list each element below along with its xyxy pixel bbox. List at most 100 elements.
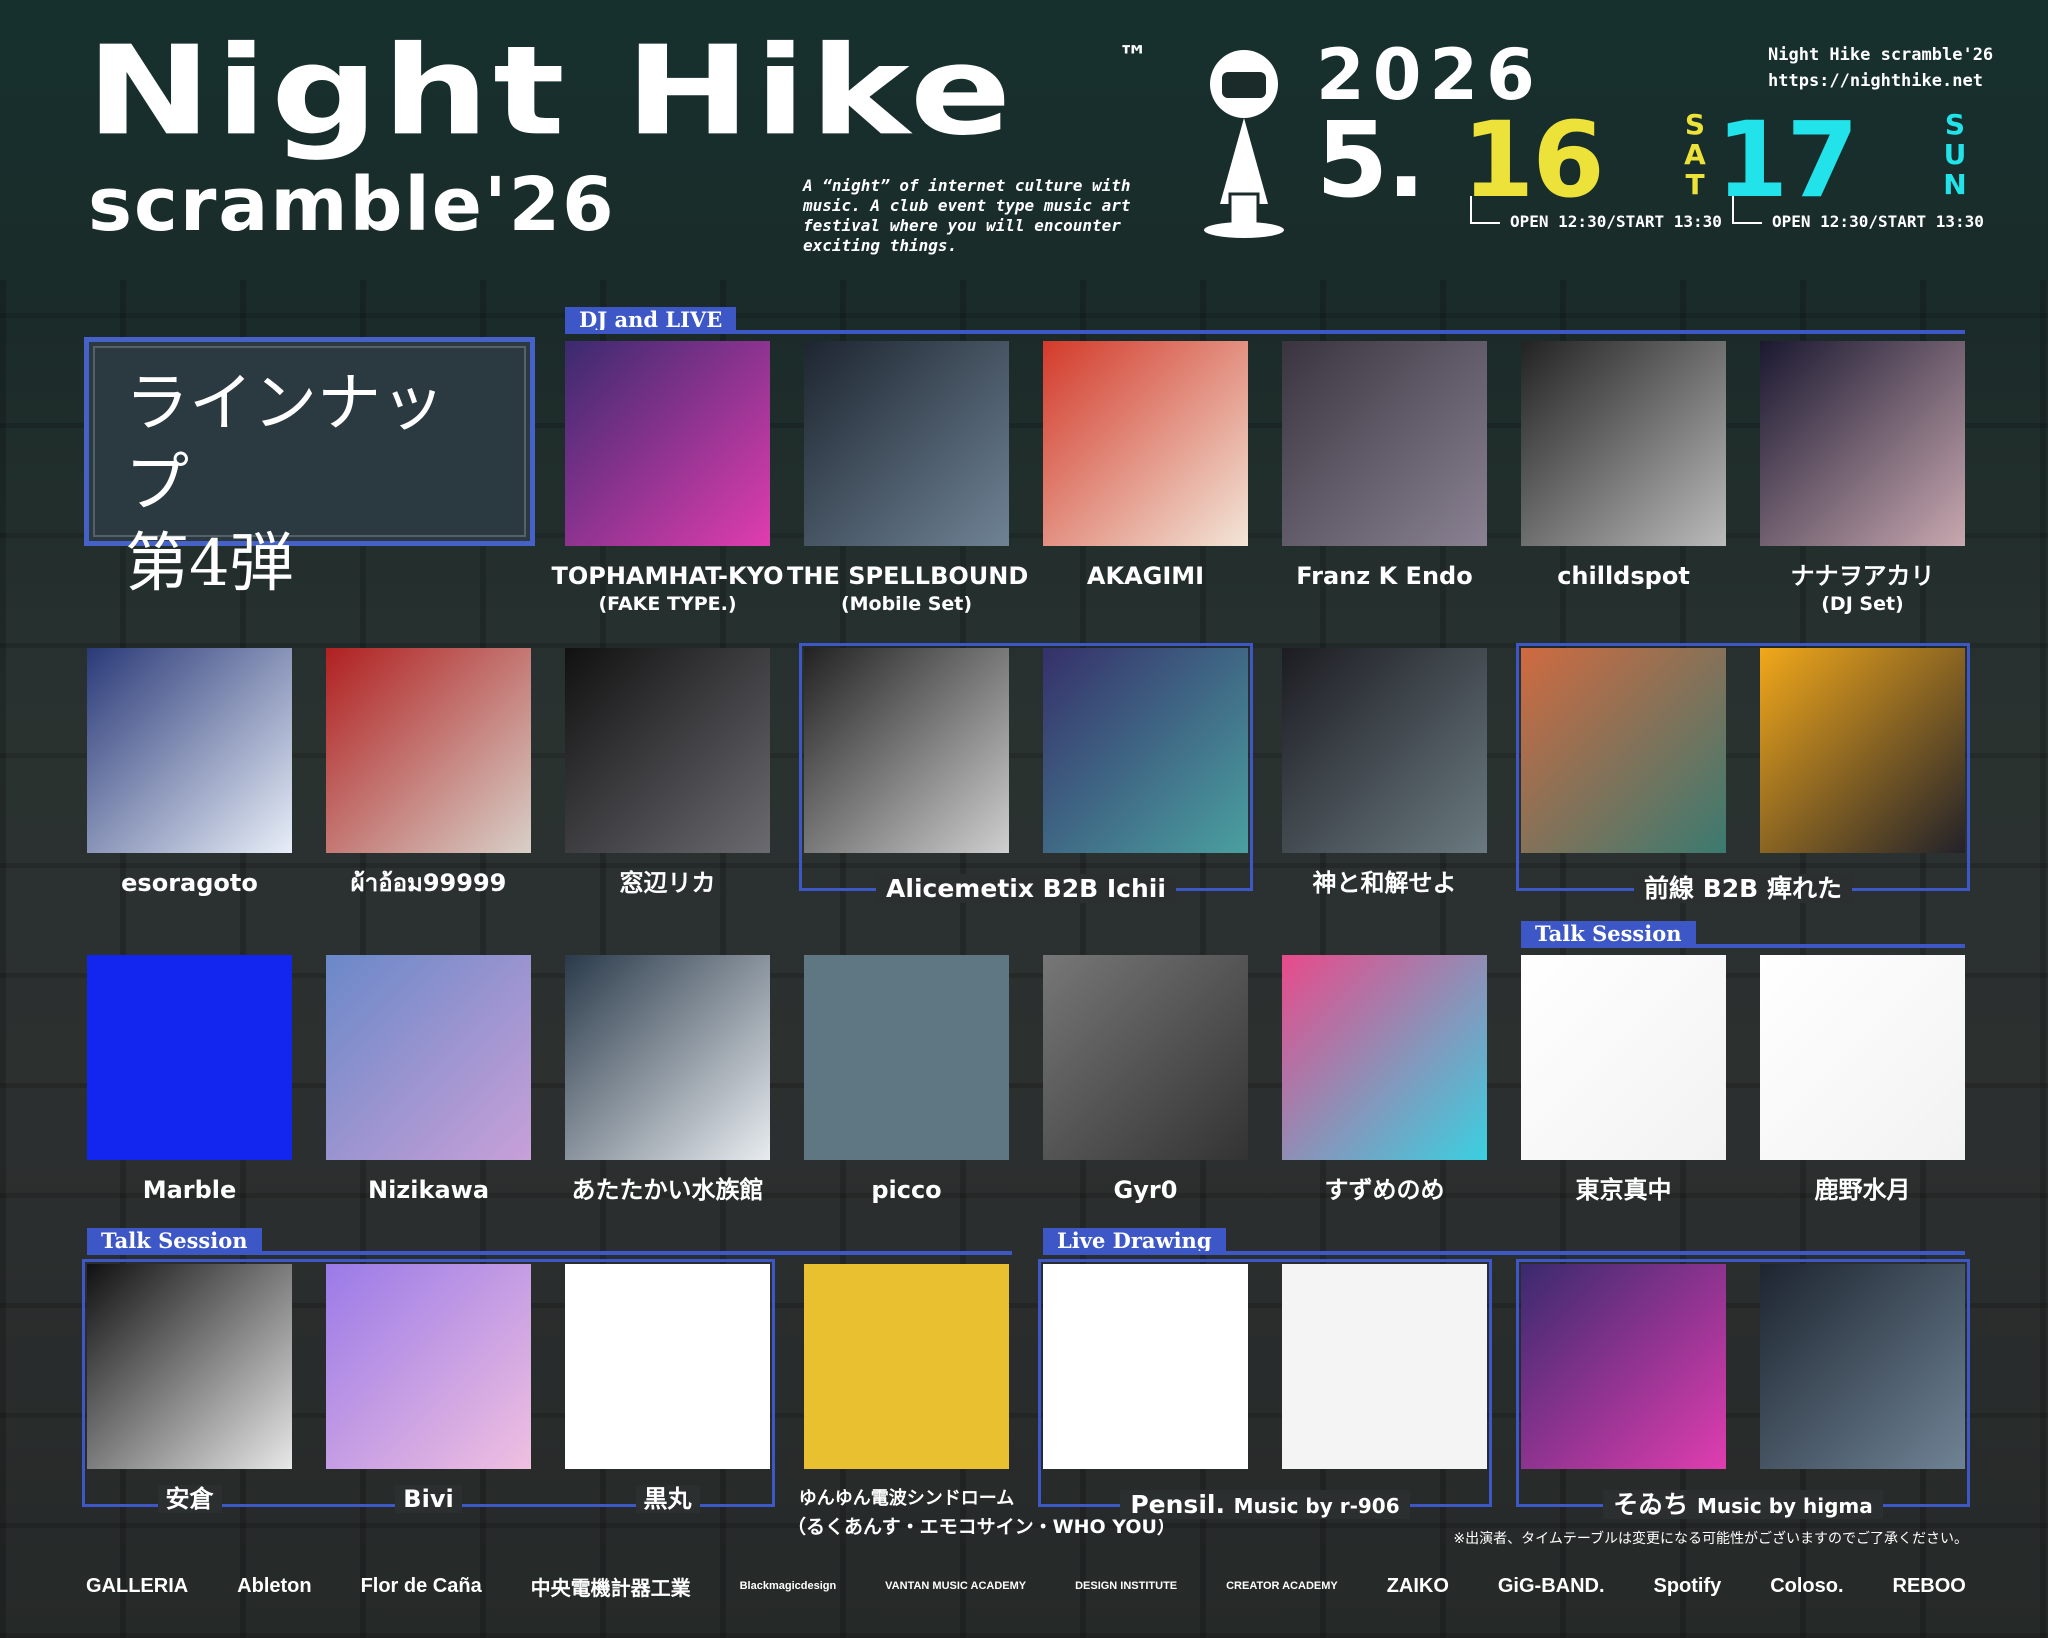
artist-photo[interactable] bbox=[804, 341, 1009, 546]
artist-name: picco bbox=[787, 1175, 1026, 1205]
artist-name-text: ผ้าอ้อม99999 bbox=[351, 869, 507, 897]
artist-note: (FAKE TYPE.) bbox=[548, 591, 787, 617]
group-name: Pensil. bbox=[1130, 1490, 1225, 1519]
artist-name: esoragoto bbox=[70, 868, 309, 898]
music-credit: Music by r-906 bbox=[1234, 1494, 1400, 1518]
artist-name-text: Marble bbox=[143, 1176, 237, 1204]
lineup-label: ラインナップ bbox=[125, 364, 494, 524]
artist-name-text: 安倉 bbox=[158, 1485, 222, 1513]
month: 5. bbox=[1316, 108, 1424, 212]
sponsor-logo: Ableton bbox=[237, 1575, 311, 1598]
artist-name: 窓辺リカ bbox=[548, 868, 787, 898]
artist-name-text: ゆんゆん電波シンドローム bbox=[799, 1488, 1014, 1509]
sponsor-logo: DESIGN INSTITUTE bbox=[1075, 1580, 1177, 1592]
artist-photo[interactable] bbox=[1043, 955, 1248, 1160]
artist-photo[interactable] bbox=[1282, 955, 1487, 1160]
artist-name: Nizikawa bbox=[309, 1175, 548, 1205]
group-name: Alicemetix B2B Ichii bbox=[876, 874, 1176, 903]
artist-photo[interactable] bbox=[804, 955, 1009, 1160]
artist-name-text: AKAGIMI bbox=[1087, 562, 1204, 590]
artist-name-text: esoragoto bbox=[121, 869, 258, 897]
artist-name: chilldspot bbox=[1504, 561, 1743, 591]
music-credit: Music by higma bbox=[1697, 1494, 1873, 1518]
artist-photo[interactable] bbox=[565, 648, 770, 853]
artist-photo[interactable] bbox=[326, 955, 531, 1160]
trademark: ™ bbox=[1118, 40, 1148, 75]
artist-name-text: Bivi bbox=[395, 1485, 461, 1513]
section-divider bbox=[1043, 1251, 1965, 1255]
section-divider bbox=[1521, 944, 1965, 948]
artist-name: ゆんゆん電波シンドローム （るくあんす・エモコサイン・WHO YOU） bbox=[787, 1484, 1026, 1540]
artist-name-text: TOPHAMHAT-KYO bbox=[551, 562, 783, 590]
day-1-time: OPEN 12:30/START 13:30 bbox=[1470, 212, 1722, 231]
artist-photo[interactable] bbox=[1043, 341, 1248, 546]
b2b-group-box bbox=[82, 1259, 775, 1507]
artist-name: 東京真中 bbox=[1504, 1175, 1743, 1205]
artist-name: AKAGIMI bbox=[1026, 561, 1265, 591]
group-label: Pensil. Music by r-906 bbox=[1041, 1490, 1489, 1521]
sponsor-logo: 中央電機計器工業 bbox=[531, 1572, 691, 1601]
artist-photo[interactable] bbox=[87, 955, 292, 1160]
artist-photo[interactable] bbox=[1282, 648, 1487, 853]
artist-photo[interactable] bbox=[1760, 341, 1965, 546]
section-divider bbox=[565, 330, 1965, 334]
artist-name-text: Franz K Endo bbox=[1296, 562, 1472, 590]
sponsor-logo: REBOO bbox=[1893, 1575, 1966, 1598]
artist-name: Gyr0 bbox=[1026, 1175, 1265, 1205]
artist-photo[interactable] bbox=[1760, 955, 1965, 1160]
artist-name-text: THE SPELLBOUND bbox=[787, 562, 1028, 590]
artist-name: 黒丸 bbox=[548, 1484, 787, 1514]
sponsor-logo: CREATOR ACADEMY bbox=[1226, 1580, 1338, 1592]
artist-photo[interactable] bbox=[565, 955, 770, 1160]
artist-name-text: 東京真中 bbox=[1576, 1176, 1672, 1204]
day-2-weekday: SUN bbox=[1940, 110, 1970, 200]
artist-name: 鹿野水月 bbox=[1743, 1175, 1982, 1205]
artist-name: Bivi bbox=[309, 1484, 548, 1514]
artist-photo[interactable] bbox=[804, 1264, 1009, 1469]
artist-name: 安倉 bbox=[70, 1484, 309, 1514]
artist-name-text: あたたかい水族館 bbox=[572, 1176, 764, 1204]
artist-name: Marble bbox=[70, 1175, 309, 1205]
artist-name-text: 鹿野水月 bbox=[1815, 1176, 1911, 1204]
artist-name-text: 黒丸 bbox=[636, 1485, 700, 1513]
day-2-time: OPEN 12:30/START 13:30 bbox=[1732, 212, 1984, 231]
artist-name-text: picco bbox=[871, 1176, 941, 1204]
artist-note: （るくあんす・エモコサイン・WHO YOU） bbox=[787, 1514, 1026, 1540]
section-divider bbox=[87, 1251, 1012, 1255]
artist-photo[interactable] bbox=[1521, 341, 1726, 546]
artist-name-text: Gyr0 bbox=[1114, 1176, 1178, 1204]
artist-name: 神と和解せよ bbox=[1265, 868, 1504, 898]
artist-photo[interactable] bbox=[1282, 341, 1487, 546]
lineup-label-box: ラインナップ第4弾 bbox=[84, 337, 535, 546]
event-url[interactable]: https://nighthike.net bbox=[1768, 68, 1993, 94]
group-label: Alicemetix B2B Ichii bbox=[802, 874, 1250, 904]
sponsor-logos: GALLERIAAbletonFlor de Caña中央電機計器工業Black… bbox=[86, 1568, 1966, 1604]
sponsor-logo: VANTAN MUSIC ACADEMY bbox=[885, 1580, 1026, 1592]
artist-name-text: Nizikawa bbox=[368, 1176, 489, 1204]
artist-photo[interactable] bbox=[1521, 955, 1726, 1160]
b2b-group-box: Alicemetix B2B Ichii bbox=[799, 643, 1253, 891]
sponsor-logo: GiG-BAND. bbox=[1498, 1575, 1605, 1598]
sponsor-logo: Spotify bbox=[1653, 1575, 1721, 1598]
group-label: そゐち Music by higma bbox=[1519, 1490, 1967, 1521]
artist-name: ผ้าอ้อม99999 bbox=[309, 868, 548, 898]
artist-photo[interactable] bbox=[87, 648, 292, 853]
artist-name: すずめのめ bbox=[1265, 1175, 1504, 1205]
artist-name: ナナヲアカリ(DJ Set) bbox=[1743, 561, 1982, 617]
group-name: 前線 B2B 痺れた bbox=[1634, 874, 1852, 903]
artist-photo[interactable] bbox=[565, 341, 770, 546]
b2b-group-box: Pensil. Music by r-906 bbox=[1038, 1259, 1492, 1507]
subtitle: scramble'26 bbox=[88, 168, 616, 242]
artist-photo[interactable] bbox=[326, 648, 531, 853]
title: Night Hike bbox=[86, 30, 1015, 153]
sponsor-logo: Flor de Caña bbox=[361, 1575, 482, 1598]
b2b-group-box: 前線 B2B 痺れた bbox=[1516, 643, 1970, 891]
artist-name: TOPHAMHAT-KYO(FAKE TYPE.) bbox=[548, 561, 787, 617]
artist-name: あたたかい水族館 bbox=[548, 1175, 787, 1205]
sponsor-logo: ZAIKO bbox=[1387, 1575, 1449, 1598]
sponsor-logo: Blackmagicdesign bbox=[740, 1580, 837, 1592]
artist-name-text: すずめのめ bbox=[1325, 1176, 1445, 1204]
artist-name: THE SPELLBOUND(Mobile Set) bbox=[787, 561, 1026, 617]
group-label: 前線 B2B 痺れた bbox=[1519, 874, 1967, 904]
artist-name-text: 窓辺リカ bbox=[620, 869, 716, 897]
